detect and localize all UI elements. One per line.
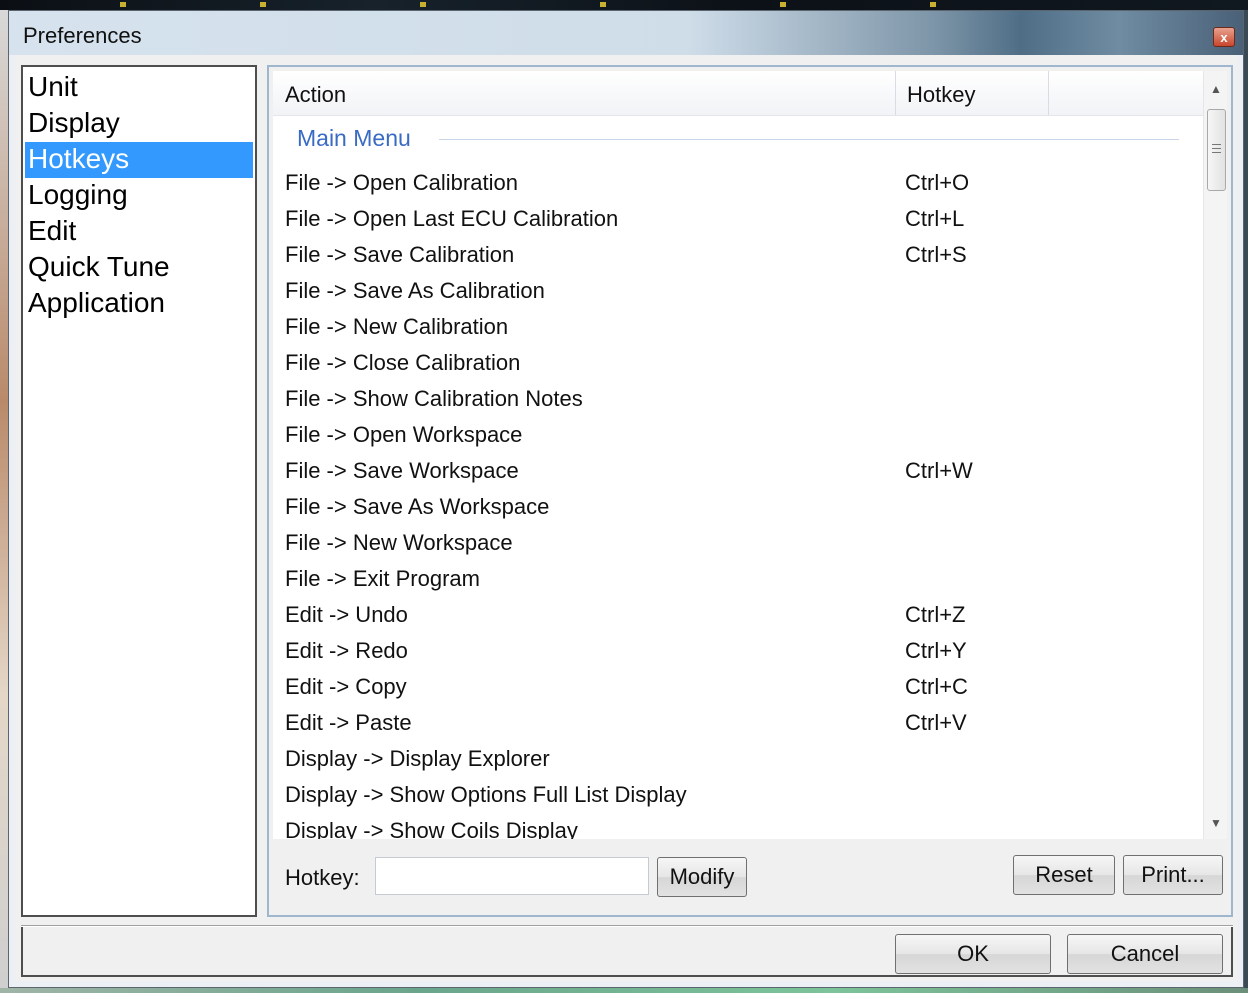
desktop-decoration [120, 2, 126, 7]
table-row[interactable]: File -> Close Calibration [273, 345, 1203, 381]
category-item-unit[interactable]: Unit [25, 70, 253, 106]
row-hotkey: Ctrl+S [905, 242, 967, 267]
print-button[interactable]: Print... [1123, 855, 1223, 895]
title-bar[interactable]: Preferences x [9, 11, 1243, 55]
column-divider[interactable] [1048, 71, 1049, 115]
desktop-background-strip [0, 0, 1248, 10]
group-label-main-menu: Main Menu [297, 125, 411, 151]
row-action: File -> Save As Workspace [285, 494, 550, 519]
category-item-logging[interactable]: Logging [25, 178, 253, 214]
row-action: Display -> Display Explorer [285, 746, 550, 771]
desktop-background-bottom [0, 988, 1248, 993]
table-row[interactable]: File -> Save As Workspace [273, 489, 1203, 525]
table-row[interactable]: File -> New Workspace [273, 525, 1203, 561]
row-action: File -> Save Calibration [285, 242, 515, 267]
footer-bar: OK Cancel [21, 927, 1233, 977]
dialog-client-area: Unit Display Hotkeys Logging Edit Quick Tune A… [15, 55, 1237, 981]
hotkey-label: Hotkey: [285, 865, 360, 890]
hotkey-input[interactable] [375, 857, 649, 895]
grip-icon [1212, 144, 1221, 145]
window-title: Preferences [23, 23, 142, 48]
row-action: File -> Save As Calibration [285, 278, 545, 303]
row-action: Edit -> Redo [285, 638, 408, 663]
row-action: File -> Open Last ECU Calibration [285, 206, 619, 231]
table-header: Action Hotkey [273, 71, 1203, 116]
table-row[interactable]: Edit -> Undo Ctrl+Z [273, 597, 1203, 633]
row-hotkey: Ctrl+O [905, 170, 970, 195]
column-header-hotkey[interactable]: Hotkey [907, 82, 975, 108]
hotkeys-panel: Action Hotkey Main Menu File -> Open Cal… [267, 65, 1233, 917]
column-divider[interactable] [895, 71, 896, 115]
table-row[interactable]: File -> Open Calibration Ctrl+O [273, 165, 1203, 201]
table-row[interactable]: File -> Open Workspace [273, 417, 1203, 453]
row-action: File -> Open Calibration [285, 170, 518, 195]
table-row[interactable]: File -> Show Calibration Notes [273, 381, 1203, 417]
table-row[interactable]: Edit -> Paste Ctrl+V [273, 705, 1203, 741]
desktop-decoration [260, 2, 266, 7]
row-action: Display -> Show Coils Display [285, 818, 578, 839]
desktop-decoration [420, 2, 426, 7]
category-item-edit[interactable]: Edit [25, 214, 253, 250]
ok-button[interactable]: OK [895, 934, 1051, 974]
table-row[interactable]: File -> Save As Calibration [273, 273, 1203, 309]
group-divider [439, 139, 1179, 140]
table-row[interactable]: Display -> Display Explorer [273, 741, 1203, 777]
row-action: File -> Save Workspace [285, 458, 519, 483]
close-icon[interactable]: x [1213, 27, 1235, 47]
row-action: Edit -> Undo [285, 602, 408, 627]
row-action: File -> Open Workspace [285, 422, 523, 447]
row-hotkey: Ctrl+W [905, 458, 973, 483]
scroll-up-arrow-icon[interactable]: ▲ [1204, 75, 1227, 103]
row-hotkey: Ctrl+Y [905, 638, 967, 663]
scroll-thumb[interactable] [1207, 109, 1226, 191]
table-row[interactable]: Display -> Show Coils Display [273, 813, 1203, 839]
row-action: File -> Show Calibration Notes [285, 386, 583, 411]
table-row[interactable]: File -> Exit Program [273, 561, 1203, 597]
cancel-button[interactable]: Cancel [1067, 934, 1223, 974]
table-row[interactable]: File -> Open Last ECU Calibration Ctrl+L [273, 201, 1203, 237]
category-item-hotkeys[interactable]: Hotkeys [25, 142, 253, 178]
hotkey-table: Action Hotkey Main Menu File -> Open Cal… [273, 71, 1227, 839]
row-action: File -> New Calibration [285, 314, 509, 339]
desktop-decoration [780, 2, 786, 7]
table-row[interactable]: Edit -> Copy Ctrl+C [273, 669, 1203, 705]
row-hotkey: Ctrl+L [905, 206, 965, 231]
table-row[interactable]: Edit -> Redo Ctrl+Y [273, 633, 1203, 669]
row-hotkey: Ctrl+V [905, 710, 967, 735]
category-item-application[interactable]: Application [25, 286, 253, 322]
reset-button[interactable]: Reset [1013, 855, 1115, 895]
row-action: File -> Close Calibration [285, 350, 521, 375]
desktop-decoration [930, 2, 936, 7]
desktop-background-edge [0, 10, 8, 988]
table-row[interactable]: File -> Save Calibration Ctrl+S [273, 237, 1203, 273]
row-action: Display -> Show Options Full List Displa… [285, 782, 687, 807]
scroll-down-arrow-icon[interactable]: ▼ [1204, 809, 1227, 837]
desktop-decoration [600, 2, 606, 7]
table-row[interactable]: File -> New Calibration [273, 309, 1203, 345]
row-action: Edit -> Paste [285, 710, 412, 735]
row-action: File -> New Workspace [285, 530, 513, 555]
table-row[interactable]: Display -> Show Options Full List Displa… [273, 777, 1203, 813]
column-header-action[interactable]: Action [285, 82, 346, 108]
row-action: Edit -> Copy [285, 674, 407, 699]
category-list: Unit Display Hotkeys Logging Edit Quick Tune A… [21, 65, 257, 917]
preferences-window: Preferences x Unit Display Hotkeys Logging E… [8, 10, 1244, 988]
row-hotkey: Ctrl+Z [905, 602, 966, 627]
table-row[interactable]: File -> Save Workspace Ctrl+W [273, 453, 1203, 489]
row-action: File -> Exit Program [285, 566, 480, 591]
category-item-quick-tune[interactable]: Quick Tune [25, 250, 253, 286]
category-item-display[interactable]: Display [25, 106, 253, 142]
modify-button[interactable]: Modify [657, 857, 747, 897]
vertical-scrollbar[interactable]: ▲ ▼ [1203, 71, 1227, 839]
row-hotkey: Ctrl+C [905, 674, 968, 699]
